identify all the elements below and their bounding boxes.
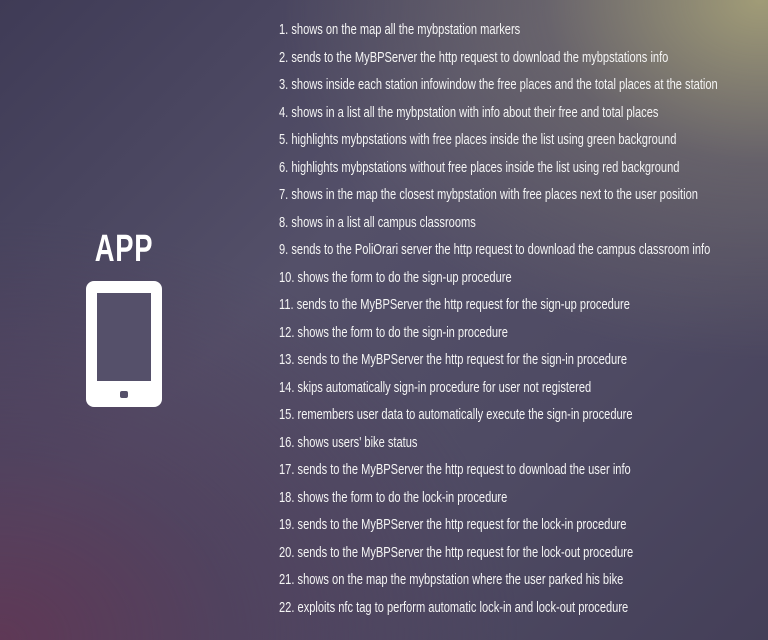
feature-item: 12. shows the form to do the sign-in pro… <box>279 323 508 341</box>
feature-item: 21. shows on the map the mybpstation whe… <box>279 571 624 588</box>
feature-item: 3. shows inside each station infowindow … <box>279 76 718 93</box>
feature-item: 22. exploits nfc tag to perform automati… <box>279 598 629 616</box>
feature-item: 4. shows in a list all the mybpstation w… <box>279 103 659 121</box>
feature-item: 13. sends to the MyBPServer the http req… <box>279 351 627 368</box>
feature-item: 9. sends to the PoliOrari server the htt… <box>279 241 711 258</box>
feature-item: 20. sends to the MyBPServer the http req… <box>279 543 634 561</box>
app-title: APP <box>94 228 154 270</box>
feature-item: 11. sends to the MyBPServer the http req… <box>279 296 630 313</box>
app-block: APP <box>80 228 168 410</box>
feature-item: 16. shows users' bike status <box>279 433 418 451</box>
feature-item: 7. shows in the map the closest mybpstat… <box>279 186 698 203</box>
feature-item: 5. highlights mybpstations with free pla… <box>279 131 677 148</box>
feature-list: 1. shows on the map all the mybpstation … <box>279 16 768 621</box>
feature-item: 15. remembers user data to automatically… <box>279 406 633 423</box>
feature-item: 8. shows in a list all campus classrooms <box>279 213 476 231</box>
feature-item: 18. shows the form to do the lock-in pro… <box>279 488 508 506</box>
feature-item: 1. shows on the map all the mybpstation … <box>279 21 521 38</box>
feature-item: 19. sends to the MyBPServer the http req… <box>279 516 627 533</box>
feature-item: 17. sends to the MyBPServer the http req… <box>279 461 631 478</box>
feature-item: 6. highlights mybpstations without free … <box>279 158 680 176</box>
feature-item: 14. skips automatically sign-in procedur… <box>279 378 592 396</box>
feature-item: 2. sends to the MyBPServer the http requ… <box>279 48 669 66</box>
feature-item: 10. shows the form to do the sign-up pro… <box>279 268 512 286</box>
smartphone-icon <box>86 281 162 407</box>
